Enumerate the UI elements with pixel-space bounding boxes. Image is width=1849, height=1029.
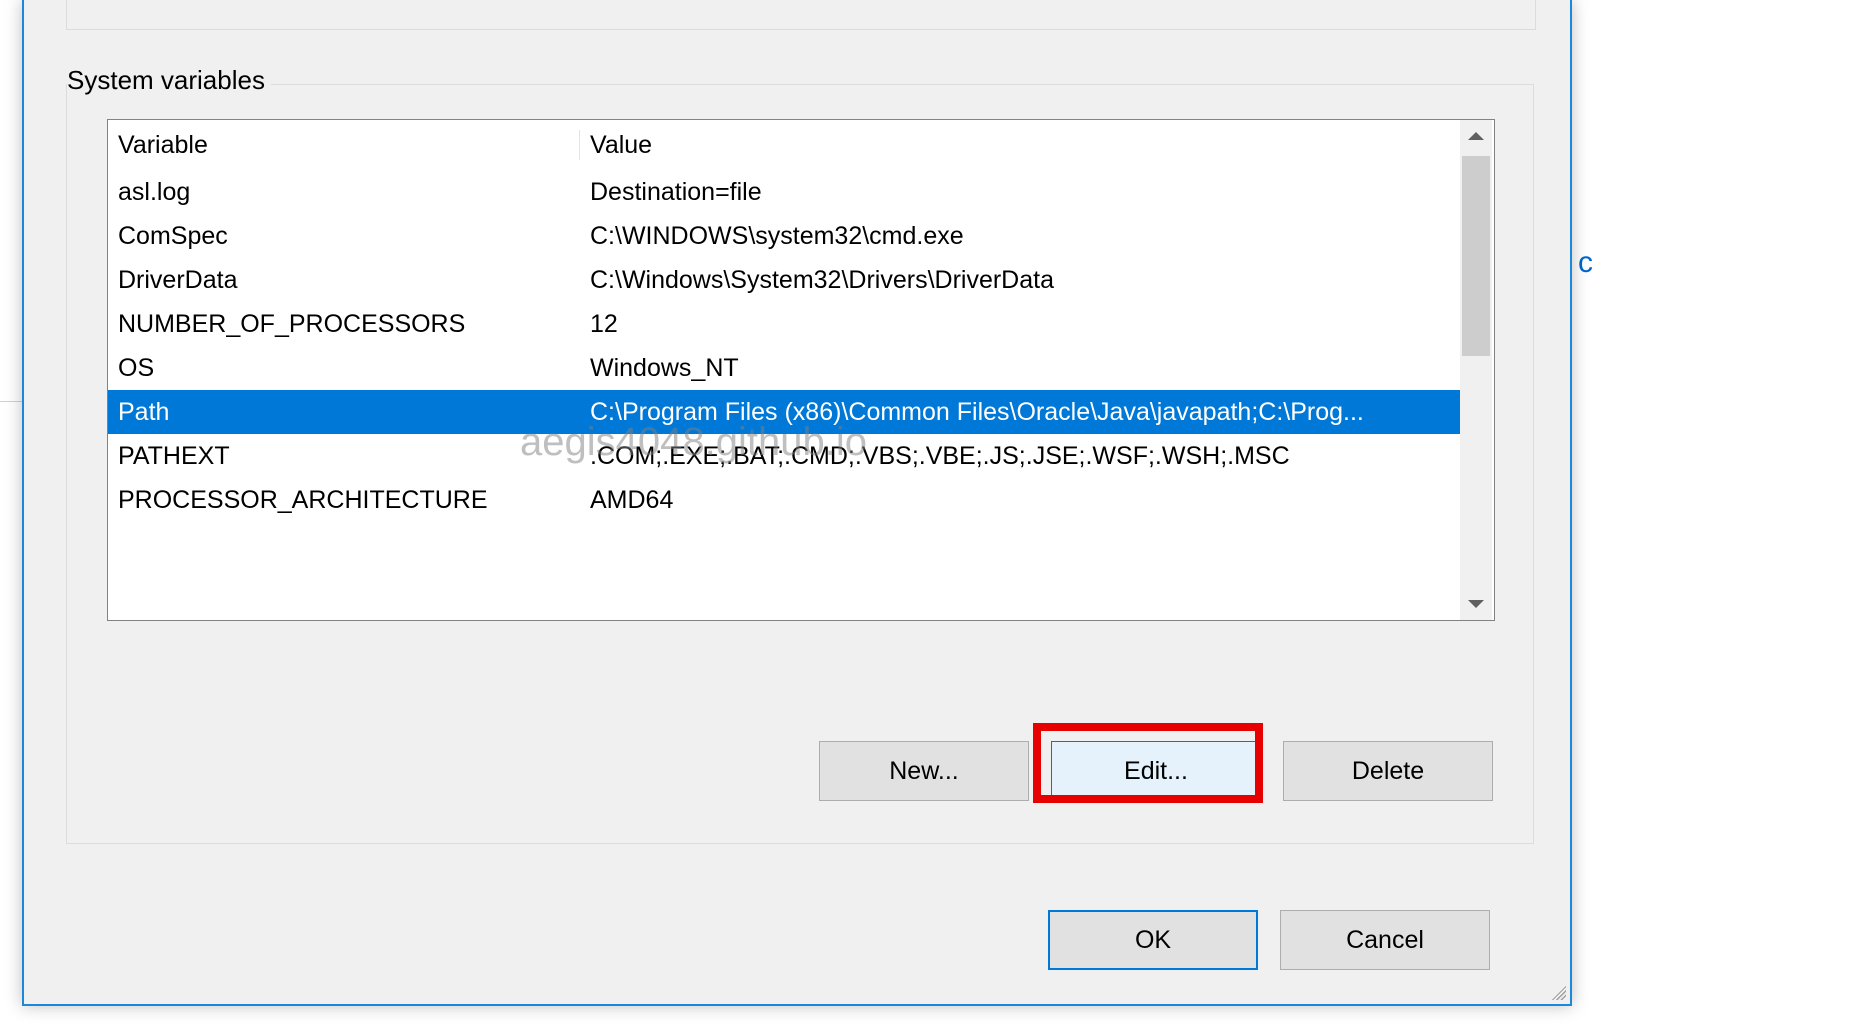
cell-variable: PROCESSOR_ARCHITECTURE <box>108 486 580 515</box>
cell-variable: Path <box>108 398 580 427</box>
system-variables-title: System variables <box>67 65 271 96</box>
list-header: Variable Value <box>108 120 1460 170</box>
environment-variables-dialog: System variables Variable Value asl.logD… <box>22 0 1572 1006</box>
delete-button[interactable]: Delete <box>1283 741 1493 801</box>
system-variables-group: System variables Variable Value asl.logD… <box>66 84 1534 844</box>
chevron-up-icon <box>1468 132 1484 140</box>
cell-value: Windows_NT <box>580 354 1460 383</box>
table-row[interactable]: PathC:\Program Files (x86)\Common Files\… <box>108 390 1460 434</box>
background-window-edge <box>0 0 24 402</box>
background-window-text-fragment: c <box>1578 246 1593 280</box>
table-row[interactable]: PROCESSOR_ARCHITECTUREAMD64 <box>108 478 1460 522</box>
scroll-down-button[interactable] <box>1460 588 1492 620</box>
cell-value: C:\Windows\System32\Drivers\DriverData <box>580 266 1460 295</box>
vertical-scrollbar[interactable] <box>1460 120 1492 620</box>
table-row[interactable]: NUMBER_OF_PROCESSORS12 <box>108 302 1460 346</box>
user-variables-group-clipped <box>66 0 1536 30</box>
system-variables-button-row: New... Edit... Delete <box>67 741 1533 801</box>
cell-value: Destination=file <box>580 178 1460 207</box>
dialog-button-row: OK Cancel <box>24 910 1570 970</box>
ok-button[interactable]: OK <box>1048 910 1258 970</box>
table-row[interactable]: PATHEXT.COM;.EXE;.BAT;.CMD;.VBS;.VBE;.JS… <box>108 434 1460 478</box>
cell-value: 12 <box>580 310 1460 339</box>
cell-value: C:\WINDOWS\system32\cmd.exe <box>580 222 1460 251</box>
column-header-value[interactable]: Value <box>580 120 1460 170</box>
cell-value: .COM;.EXE;.BAT;.CMD;.VBS;.VBE;.JS;.JSE;.… <box>580 442 1460 471</box>
cell-variable: PATHEXT <box>108 442 580 471</box>
cell-variable: OS <box>108 354 580 383</box>
scrollbar-thumb[interactable] <box>1462 156 1490 356</box>
table-row[interactable]: ComSpecC:\WINDOWS\system32\cmd.exe <box>108 214 1460 258</box>
table-row[interactable]: asl.logDestination=file <box>108 170 1460 214</box>
new-button[interactable]: New... <box>819 741 1029 801</box>
table-row[interactable]: OSWindows_NT <box>108 346 1460 390</box>
chevron-down-icon <box>1468 600 1484 608</box>
edit-button[interactable]: Edit... <box>1051 741 1261 801</box>
cell-variable: asl.log <box>108 178 580 207</box>
cell-value: C:\Program Files (x86)\Common Files\Orac… <box>580 398 1460 427</box>
column-header-variable[interactable]: Variable <box>108 120 580 170</box>
cell-variable: DriverData <box>108 266 580 295</box>
table-row[interactable]: DriverDataC:\Windows\System32\Drivers\Dr… <box>108 258 1460 302</box>
scroll-up-button[interactable] <box>1460 120 1492 152</box>
cell-variable: NUMBER_OF_PROCESSORS <box>108 310 580 339</box>
cell-value: AMD64 <box>580 486 1460 515</box>
cancel-button[interactable]: Cancel <box>1280 910 1490 970</box>
cell-variable: ComSpec <box>108 222 580 251</box>
resize-grip-icon[interactable] <box>1548 982 1566 1000</box>
system-variables-list[interactable]: Variable Value asl.logDestination=fileCo… <box>107 119 1495 621</box>
